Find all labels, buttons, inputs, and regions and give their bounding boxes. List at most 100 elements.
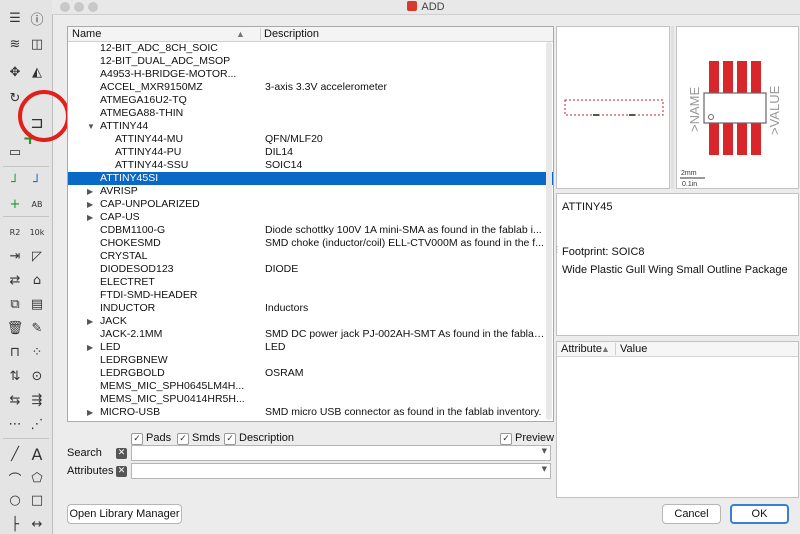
attribute-table: Attribute ▲ Value — [556, 341, 799, 498]
tree-row-name: INDUCTOR — [100, 302, 156, 314]
info-icon[interactable]: ⓘ — [27, 8, 47, 28]
clear-attributes-icon[interactable]: ✕ — [116, 466, 127, 477]
tree-row[interactable]: ATTINY44-MU QFN/MLF20 — [68, 133, 553, 146]
tree-row[interactable]: ATTINY44-PU DIL14 — [68, 146, 553, 159]
dimension-icon[interactable]: ↔ — [27, 514, 47, 534]
split-icon[interactable]: ⇥ — [5, 246, 25, 266]
wrench-icon[interactable]: ✎ — [27, 318, 47, 338]
collapsed-arrow-icon[interactable]: ▶ — [87, 198, 93, 211]
tree-row[interactable]: JACK-2.1MM SMD DC power jack PJ-002AH-SMT… — [68, 328, 553, 341]
tree-row[interactable]: DIODESOD123 DIODE — [68, 263, 553, 276]
tag-icon[interactable]: ⌂ — [27, 270, 47, 290]
tree-row[interactable]: ▶ JACK — [68, 315, 553, 328]
gate-swap-icon[interactable]: ⊓ — [5, 342, 25, 362]
layers-icon[interactable]: ≋ — [5, 34, 25, 54]
value-icon[interactable]: 10k — [27, 222, 47, 242]
attributes-input[interactable]: ▼ — [131, 463, 551, 479]
open-library-manager-button[interactable]: Open Library Manager — [67, 504, 182, 524]
errc-icon[interactable]: ⋰ — [27, 414, 47, 434]
tree-row[interactable]: ▶ MICRO-USB SMD micro USB connector as fou… — [68, 406, 553, 419]
chevron-down-icon[interactable]: ▼ — [542, 465, 547, 473]
collapsed-arrow-icon[interactable]: ▶ — [87, 315, 93, 328]
tree-row[interactable]: ATMEGA16U2-TQ — [68, 94, 553, 107]
tree-row-name: FTDI-SMD-HEADER — [100, 289, 198, 301]
attribute-icon[interactable]: ⇶ — [27, 390, 47, 410]
text-icon[interactable]: A — [27, 444, 47, 464]
rectangle-icon[interactable]: □ — [27, 490, 47, 510]
description-label: Description — [239, 432, 295, 444]
splitter-handle[interactable]: ⋮ — [553, 245, 561, 265]
tree-row[interactable]: MEMS_MIC_SPU0414HR5H... — [68, 393, 553, 406]
collapsed-arrow-icon[interactable]: ▶ — [87, 341, 93, 354]
footprint-text: Footprint: SOIC8 — [562, 246, 645, 258]
tree-row[interactable]: ACCEL_MXR9150MZ 3-axis 3.3V accelerometer — [68, 81, 553, 94]
tree-row[interactable]: LEDRGBNEW — [68, 354, 553, 367]
attribute-column-header[interactable]: Attribute — [561, 342, 602, 356]
layer-icon[interactable]: ☰ — [5, 8, 25, 28]
collapsed-arrow-icon[interactable]: ▶ — [87, 211, 93, 224]
ok-button[interactable]: OK — [730, 504, 789, 524]
tree-row[interactable]: ATTINY45SI — [68, 172, 553, 185]
tree-row[interactable]: ▼ ATTINY44 — [68, 120, 553, 133]
tree-row[interactable]: CRYSTAL — [68, 250, 553, 263]
tree-row[interactable]: CHOKESMD SMD choke (inductor/coil) ELL-CT… — [68, 237, 553, 250]
expanded-arrow-icon[interactable]: ▼ — [87, 120, 95, 133]
tree-row[interactable]: LEDRGBOLD OSRAM — [68, 367, 553, 380]
label-icon[interactable]: AB — [27, 194, 47, 214]
pads-checkbox[interactable]: ✓ — [131, 433, 143, 445]
move-icon[interactable]: ✥ — [5, 62, 25, 82]
search-input[interactable]: ▼ — [131, 445, 551, 461]
cancel-button[interactable]: Cancel — [662, 504, 721, 524]
smash-icon[interactable]: ⇄ — [5, 270, 25, 290]
collapsed-arrow-icon[interactable]: ▶ — [87, 185, 93, 198]
name-icon[interactable]: R2 — [5, 222, 25, 242]
tree-row[interactable]: ▶ CAP-UNPOLARIZED — [68, 198, 553, 211]
ratsnest-icon[interactable]: ⋯ — [5, 414, 25, 434]
smds-checkbox[interactable]: ✓ — [177, 433, 189, 445]
collapsed-arrow-icon[interactable]: ▶ — [87, 406, 93, 419]
preview-checkbox[interactable]: ✓ — [500, 433, 512, 445]
tree-row[interactable]: INDUCTOR Inductors — [68, 302, 553, 315]
chevron-down-icon[interactable]: ▼ — [542, 447, 547, 455]
pin-swap-icon[interactable]: ⇅ — [5, 366, 25, 386]
tree-row[interactable]: 12-BIT_ADC_8CH_SOIC — [68, 42, 553, 55]
tree-row-description: DIL14 — [265, 146, 294, 158]
value-column-header[interactable]: Value — [620, 342, 647, 356]
junction-icon[interactable]: + — [5, 194, 25, 214]
delete-icon[interactable]: 🗑 — [5, 318, 25, 338]
tree-row[interactable]: ATTINY44-SSU SOIC14 — [68, 159, 553, 172]
net-icon[interactable]: ⇆ — [5, 390, 25, 410]
bus-icon[interactable]: ┘ — [27, 172, 47, 192]
tree-row[interactable]: ATMEGA88-THIN — [68, 107, 553, 120]
show-icon[interactable]: ◫ — [27, 34, 47, 54]
mirror-icon[interactable]: ◭ — [27, 62, 47, 82]
replace-icon[interactable]: ⁘ — [27, 342, 47, 362]
tree-row[interactable]: ELECTRET — [68, 276, 553, 289]
preview-splitter[interactable] — [671, 26, 674, 189]
tree-row[interactable]: ▶ CAP-US — [68, 211, 553, 224]
tree-row[interactable]: A4953-H-BRIDGE-MOTOR... — [68, 68, 553, 81]
clear-search-icon[interactable]: ✕ — [116, 448, 127, 459]
line-icon[interactable]: ╱ — [5, 444, 25, 464]
arc-icon[interactable]: ⌒ — [5, 468, 25, 488]
column-description-header[interactable]: Description — [264, 27, 319, 41]
tree-row[interactable]: 12-BIT_DUAL_ADC_MSOP — [68, 55, 553, 68]
tree-row[interactable]: ▶ LED LED — [68, 341, 553, 354]
copy-icon[interactable]: ⧉ — [5, 294, 25, 314]
hole-icon[interactable]: ├ — [5, 514, 25, 534]
wire-icon[interactable]: ┘ — [5, 172, 25, 192]
tree-row[interactable]: FTDI-SMD-HEADER — [68, 289, 553, 302]
column-name-header[interactable]: Name — [72, 27, 101, 41]
tree-row[interactable]: ▶ AVRISP — [68, 185, 553, 198]
paste-icon[interactable]: ▤ — [27, 294, 47, 314]
tree-scrollbar[interactable] — [546, 42, 552, 420]
description-checkbox[interactable]: ✓ — [224, 433, 236, 445]
circle-icon[interactable]: ○ — [5, 490, 25, 510]
tree-row[interactable]: CDBM1100-G Diode schottky 100V 1A mini-SM… — [68, 224, 553, 237]
group-icon[interactable]: ▭ — [5, 142, 25, 162]
invoke-icon[interactable]: ⊙ — [27, 366, 47, 386]
tree-row[interactable]: MEMS_MIC_SPH0645LM4H... — [68, 380, 553, 393]
polygon-icon[interactable]: ⬠ — [27, 468, 47, 488]
miter-icon[interactable]: ◸ — [27, 246, 47, 266]
library-tree[interactable]: Name ▲ Description 12-BIT_ADC_8CH_SOIC 12… — [67, 26, 554, 422]
